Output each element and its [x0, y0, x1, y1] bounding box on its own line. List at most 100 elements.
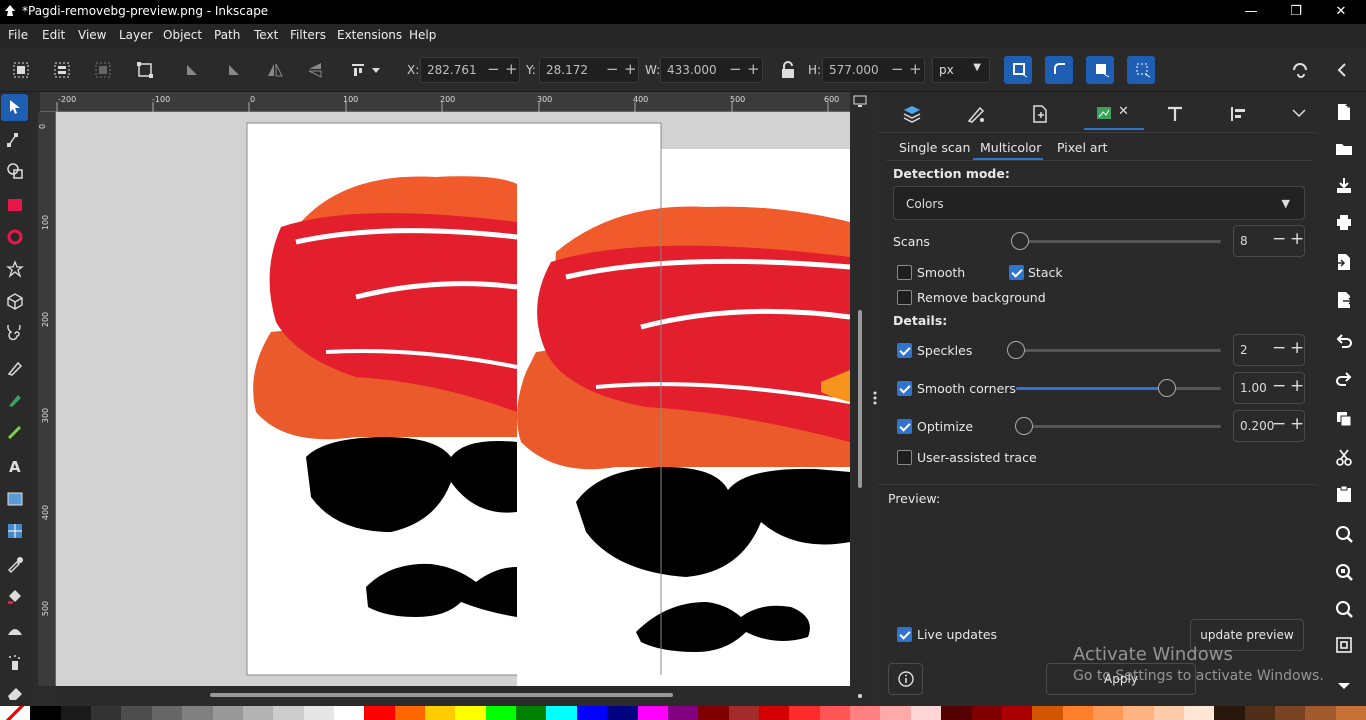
palette-swatch[interactable]	[182, 706, 213, 720]
palette-swatch[interactable]	[91, 706, 122, 720]
chevron-left-icon[interactable]	[1333, 60, 1353, 80]
remove-background-checkbox[interactable]	[897, 290, 912, 305]
undo-icon[interactable]	[1334, 331, 1354, 351]
menu-layer[interactable]: Layer	[119, 28, 152, 42]
pen-tool-icon[interactable]	[6, 359, 24, 377]
layers-objects-icon[interactable]	[902, 104, 922, 124]
unit-select[interactable]: px ▼	[932, 57, 990, 83]
palette-swatch[interactable]	[30, 706, 61, 720]
live-updates-checkbox[interactable]	[897, 627, 912, 642]
palette-swatch[interactable]	[1244, 706, 1276, 720]
mesh-tool-icon[interactable]	[6, 522, 24, 540]
stack-checkbox[interactable]	[1009, 265, 1024, 280]
menu-filters[interactable]: Filters	[290, 28, 326, 42]
shape-builder-icon[interactable]	[6, 162, 24, 180]
menu-path[interactable]: Path	[214, 28, 240, 42]
dock-handle-icon[interactable]	[873, 390, 877, 406]
tweak-tool-icon[interactable]	[6, 621, 24, 639]
palette-swatch[interactable]	[1032, 706, 1063, 720]
optimize-spinbox[interactable]: 0.200 − +	[1233, 410, 1305, 442]
palette-swatch[interactable]	[758, 706, 790, 720]
palette-swatch[interactable]	[1275, 706, 1306, 720]
scans-increment-icon[interactable]: +	[1290, 229, 1304, 249]
optimize-decrement-icon[interactable]: −	[1272, 414, 1286, 434]
new-document-icon[interactable]	[1334, 102, 1354, 122]
more-commands-chevron-icon[interactable]	[1334, 676, 1354, 696]
rectangle-tool-icon[interactable]	[6, 196, 24, 214]
palette-swatch[interactable]	[485, 706, 517, 720]
smooth-checkbox[interactable]	[897, 265, 912, 280]
palette-swatch[interactable]	[1335, 706, 1366, 720]
palette-swatch[interactable]	[1062, 706, 1093, 720]
speckles-increment-icon[interactable]: +	[1290, 338, 1304, 358]
open-folder-icon[interactable]	[1334, 139, 1354, 159]
canvas[interactable]	[56, 112, 850, 686]
print-icon[interactable]	[1334, 212, 1354, 232]
menu-object[interactable]: Object	[163, 28, 202, 42]
palette-swatch[interactable]	[333, 706, 365, 720]
palette-swatch[interactable]	[516, 706, 547, 720]
align-dropdown-icon[interactable]	[350, 60, 388, 80]
palette-swatch[interactable]	[546, 706, 577, 720]
h-increment-icon[interactable]: +	[909, 60, 922, 78]
rotate-ccw-icon[interactable]	[182, 60, 202, 80]
horizontal-scrollbar[interactable]	[56, 686, 868, 706]
h-decrement-icon[interactable]: −	[891, 60, 904, 78]
export-icon[interactable]	[1334, 290, 1354, 310]
palette-swatch[interactable]	[1153, 706, 1185, 720]
save-icon[interactable]	[1334, 176, 1354, 196]
redo-icon[interactable]	[1334, 369, 1354, 389]
select-all-icon[interactable]	[11, 60, 31, 80]
x-increment-icon[interactable]: +	[505, 60, 518, 78]
scans-spinbox[interactable]: 8 − +	[1233, 225, 1305, 257]
star-tool-icon[interactable]	[6, 260, 24, 278]
vertical-scrollbar[interactable]	[852, 112, 868, 686]
text-tool-icon[interactable]: A	[6, 457, 24, 475]
palette-swatch[interactable]	[819, 706, 851, 720]
smooth-corners-decrement-icon[interactable]: −	[1272, 376, 1286, 396]
menu-view[interactable]: View	[78, 28, 106, 42]
rotate-cw-icon[interactable]	[224, 60, 244, 80]
tab-trace-bitmap[interactable]	[1084, 100, 1144, 130]
close-tab-icon[interactable]: ✕	[1118, 104, 1129, 119]
eraser-tool-icon[interactable]	[6, 684, 24, 702]
ellipse-tool-icon[interactable]	[6, 228, 24, 246]
speckles-spinbox[interactable]: 2 − +	[1233, 334, 1305, 366]
palette-swatch[interactable]	[971, 706, 1002, 720]
x-decrement-icon[interactable]: −	[487, 60, 500, 78]
palette-swatch[interactable]	[728, 706, 759, 720]
close-button[interactable]: ✕	[1326, 2, 1356, 22]
palette-swatch[interactable]	[303, 706, 334, 720]
flip-vertical-icon[interactable]	[305, 60, 325, 80]
zoom-page-icon[interactable]	[1334, 599, 1354, 619]
palette-swatch[interactable]	[850, 706, 881, 720]
optimize-checkbox[interactable]	[897, 419, 912, 434]
import-icon[interactable]	[1334, 252, 1354, 272]
tab-pixel-art[interactable]: Pixel art	[1057, 140, 1108, 155]
display-mode-icon[interactable]	[852, 93, 868, 109]
palette-swatch[interactable]	[242, 706, 274, 720]
detection-mode-select[interactable]: Colors ▼	[893, 186, 1305, 220]
palette-swatch[interactable]	[60, 706, 92, 720]
3d-box-tool-icon[interactable]	[6, 292, 24, 310]
copy-icon[interactable]	[1334, 409, 1354, 429]
select-all-layers-icon[interactable]	[52, 60, 72, 80]
y-decrement-icon[interactable]: −	[606, 60, 619, 78]
palette-swatch[interactable]	[1184, 706, 1215, 720]
vertical-scroll-thumb[interactable]	[858, 310, 862, 488]
tabs-overflow-chevron-icon[interactable]	[1290, 104, 1308, 122]
palette-swatch[interactable]	[151, 706, 183, 720]
fill-stroke-icon[interactable]	[966, 104, 986, 124]
palette-swatch[interactable]	[364, 706, 395, 720]
palette-swatch[interactable]	[637, 706, 668, 720]
minimize-button[interactable]: —	[1236, 2, 1266, 22]
palette-swatch[interactable]	[1305, 706, 1336, 720]
optimize-increment-icon[interactable]: +	[1290, 414, 1304, 434]
palette-swatch[interactable]	[1123, 706, 1154, 720]
menu-help[interactable]: Help	[409, 28, 436, 42]
w-increment-icon[interactable]: +	[747, 60, 760, 78]
cut-icon[interactable]	[1334, 447, 1354, 467]
palette-swatch[interactable]	[425, 706, 456, 720]
menu-edit[interactable]: Edit	[42, 28, 65, 42]
tab-single-scan[interactable]: Single scan	[899, 140, 970, 155]
